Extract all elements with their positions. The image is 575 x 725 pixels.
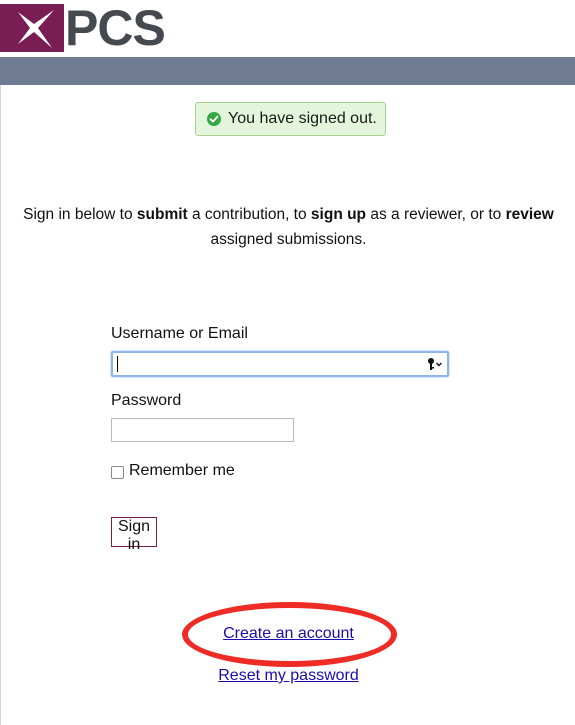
password-input[interactable] (111, 418, 294, 442)
reset-password-link[interactable]: Reset my password (218, 667, 359, 684)
key-autofill-icon[interactable] (425, 356, 445, 372)
username-label: Username or Email (111, 325, 248, 342)
text-caret (117, 356, 118, 372)
navbar (0, 57, 575, 85)
check-circle-icon (207, 112, 221, 126)
signed-out-notice: You have signed out. (195, 102, 386, 136)
notice-text: You have signed out. (228, 110, 377, 127)
create-account-link[interactable]: Create an account (223, 625, 354, 642)
logo[interactable]: PCS (0, 0, 166, 56)
remember-me-checkbox[interactable] (111, 465, 124, 479)
signin-button[interactable]: Sign in (111, 517, 158, 553)
remember-me[interactable]: Remember me (111, 462, 235, 480)
intro-text: Sign in below to submit a contribution, … (1, 202, 575, 252)
intro-line-2: assigned submissions. (210, 231, 367, 248)
header: PCS (0, 0, 575, 57)
logo-mark-icon (0, 4, 64, 52)
username-input[interactable] (111, 351, 449, 377)
password-label: Password (111, 392, 182, 409)
intro-line-1: Sign in below to submit a contribution, … (23, 206, 554, 223)
main-content: You have signed out. Sign in below to su… (0, 85, 575, 725)
remember-me-label[interactable]: Remember me (129, 462, 235, 480)
logo-text: PCS (65, 0, 166, 56)
